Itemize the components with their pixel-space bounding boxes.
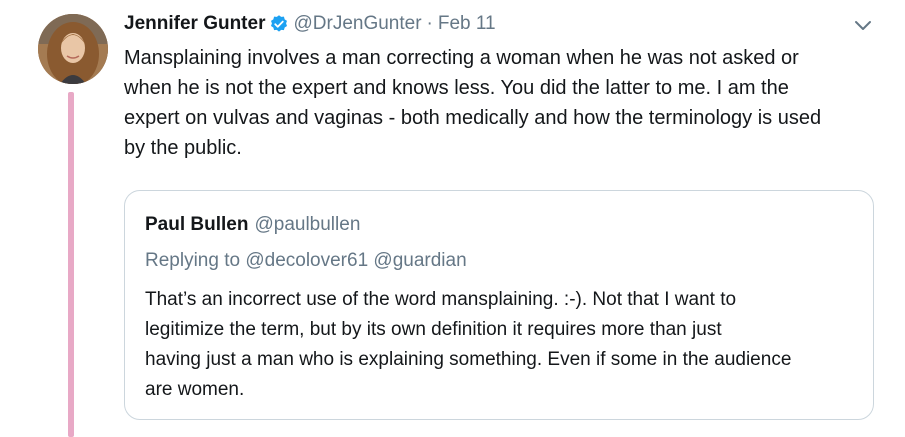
chevron-down-icon[interactable] (852, 14, 874, 36)
verified-badge-icon (269, 14, 289, 34)
tweet-text: Mansplaining involves a man correcting a… (124, 47, 822, 159)
replying-to: Replying to @decolover61 @guardian (145, 250, 467, 271)
quoted-author-handle: @paulbullen (254, 214, 361, 235)
author-handle[interactable]: @DrJenGunter (293, 12, 421, 36)
avatar-image (38, 14, 108, 84)
quoted-tweet-text: That’s an incorrect use of the word mans… (145, 289, 792, 400)
thread-line (68, 92, 74, 437)
tweet-header: Jennifer Gunter @DrJenGunter · Feb 11 (124, 12, 496, 36)
tweet-date[interactable]: Feb 11 (438, 12, 496, 36)
quoted-tweet[interactable]: Paul Bullen @paulbullen Replying to @deco… (124, 190, 874, 420)
avatar[interactable] (38, 14, 108, 84)
quoted-author-name: Paul Bullen (145, 214, 249, 235)
quoted-tweet-header: Paul Bullen @paulbullen (145, 213, 360, 237)
separator-dot: · (426, 13, 433, 34)
tweet: Jennifer Gunter @DrJenGunter · Feb 11 Ma… (0, 0, 905, 437)
author-name[interactable]: Jennifer Gunter (124, 12, 265, 36)
